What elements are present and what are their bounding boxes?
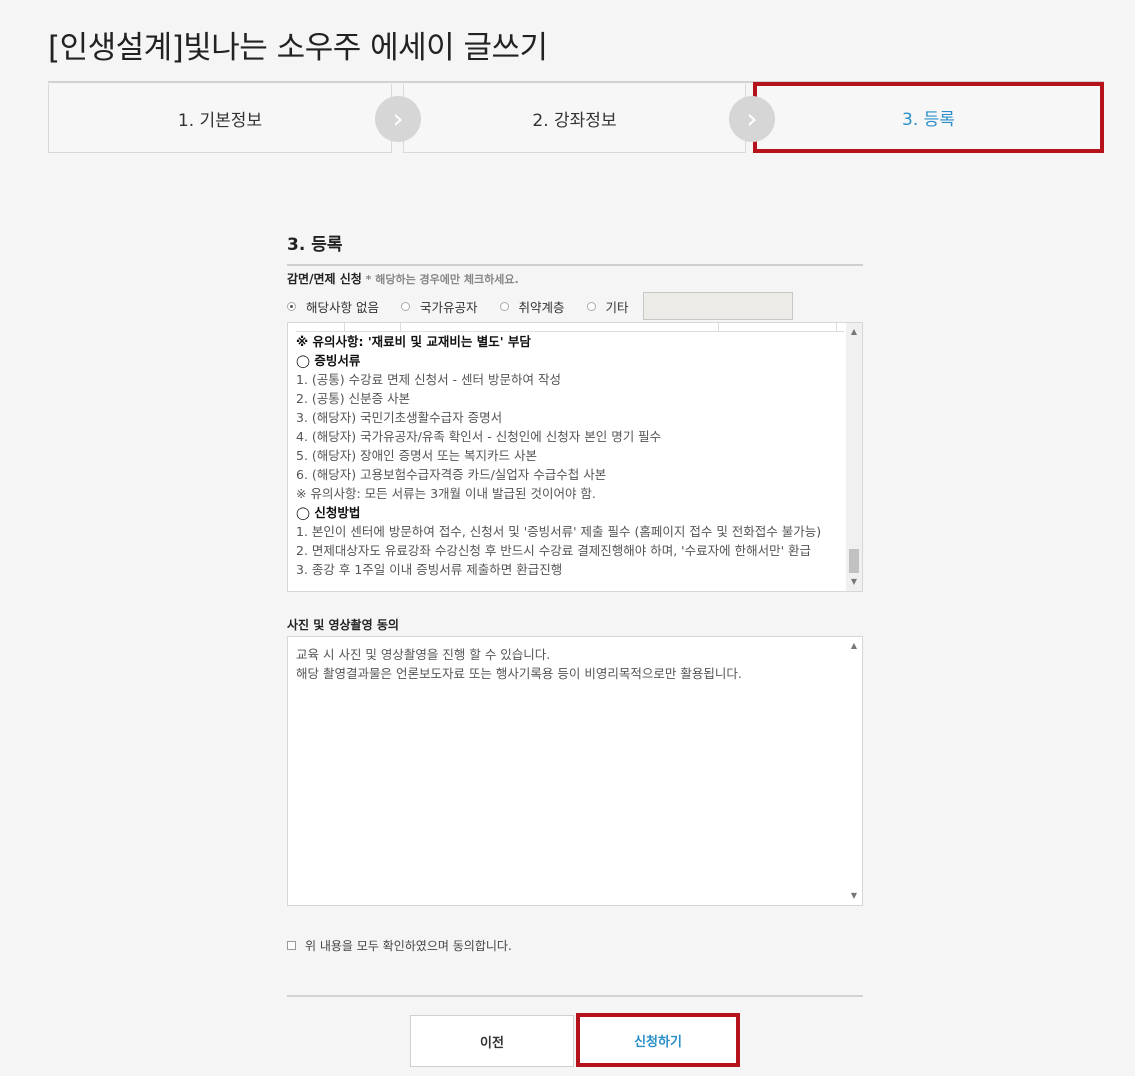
notice-line: 6. (해당자) 고용보험수급자격증 카드/실업자 수급수첩 사본 [296,467,607,482]
scroll-up-icon[interactable]: ▲ [846,639,862,653]
agree-label: 위 내용을 모두 확인하였으며 동의합니다. [305,939,512,953]
radio-button[interactable] [586,301,596,311]
radio-none[interactable]: 해당사항 없음 [287,297,379,316]
discount-notice-content: ※ 유의사항: '재료비 및 교재비는 별도' 부담 ◯ 증빙서류 1. (공통) … [296,323,844,579]
discount-label-row: 감면/면제 신청 * 해당하는 경우에만 체크하세요. [287,270,863,287]
radio-veteran[interactable]: 국가유공자 [400,297,478,316]
submit-button[interactable]: 신청하기 [576,1013,740,1067]
discount-options: 해당사항 없음 국가유공자 취약계층 기타 [287,291,863,321]
radio-vulnerable[interactable]: 취약계층 [499,297,565,316]
notice-line: ◯ 신청방법 [296,505,361,520]
chevron-right-icon: › [375,96,421,142]
radio-label: 기타 [605,299,629,315]
radio-button[interactable] [400,301,410,311]
notice-line: 3. (해당자) 국민기초생활수급자 증명서 [296,410,503,425]
notice-line: 4. (해당자) 국가유공자/유족 확인서 - 신청인에 신청자 본인 명기 필… [296,429,662,444]
radio-other[interactable]: 기타 [586,297,629,316]
agree-checkbox[interactable] [287,941,296,950]
section-heading: 3. 등록 [287,235,343,255]
scroll-up-icon[interactable]: ▲ [846,325,862,339]
notice-line: 2. 면제대상자도 유료강좌 수강신청 후 반드시 수강료 결제진행해야 하며,… [296,543,811,558]
scroll-down-icon[interactable]: ▼ [846,889,862,903]
notice-line: ※ 유의사항: 모든 서류는 3개월 이내 발급된 것이어야 함. [296,486,596,501]
step-course-info[interactable]: 2. 강좌정보 [403,84,746,153]
notice-scrollbar[interactable]: ▲ ▼ [846,323,862,591]
notice-lines: ※ 유의사항: '재료비 및 교재비는 별도' 부담 ◯ 증빙서류 1. (공통) … [296,332,844,579]
photo-consent-textarea[interactable]: 교육 시 사진 및 영상촬영을 진행 할 수 있습니다. 해당 촬영결과물은 언… [287,636,863,906]
step-indicator: 1. 기본정보 2. 강좌정보 3. 등록 › › [48,82,1104,155]
notice-line: 1. 본인이 센터에 방문하여 접수, 신청서 및 '증빙서류' 제출 필수 (… [296,524,822,539]
consent-scrollbar[interactable]: ▲ ▼ [846,637,862,905]
photo-consent-text: 교육 시 사진 및 영상촬영을 진행 할 수 있습니다. 해당 촬영결과물은 언… [296,647,742,681]
registration-form: 3. 등록 감면/면제 신청 * 해당하는 경우에만 체크하세요. 해당사항 없… [287,230,863,997]
notice-line: 3. 종강 후 1주일 이내 증빙서류 제출하면 환급진행 [296,562,563,577]
notice-line: 1. (공통) 수강료 면제 신청서 - 센터 방문하여 작성 [296,372,561,387]
discount-label: 감면/면제 신청 [287,272,362,286]
notice-line: ※ 유의사항: '재료비 및 교재비는 별도' 부담 [296,334,531,349]
chevron-right-icon: › [729,96,775,142]
prev-button[interactable]: 이전 [410,1015,574,1067]
radio-button[interactable] [287,301,296,311]
step-basic-info[interactable]: 1. 기본정보 [48,84,392,153]
other-reason-input[interactable] [642,292,793,320]
agree-row[interactable]: 위 내용을 모두 확인하였으며 동의합니다. [287,937,863,954]
photo-consent-label: 사진 및 영상촬영 동의 [287,618,399,632]
radio-button[interactable] [499,301,509,311]
radio-label: 취약계층 [518,299,565,315]
step-register-active[interactable]: 3. 등록 [753,82,1104,153]
page-title: [인생설계]빛나는 소우주 에세이 글쓰기 [48,30,548,66]
notice-line: ◯ 증빙서류 [296,353,361,368]
radio-label: 국가유공자 [419,299,478,315]
radio-label: 해당사항 없음 [306,299,379,315]
bottom-divider [287,995,863,997]
section-divider [287,264,863,266]
discount-notice-box[interactable]: ※ 유의사항: '재료비 및 교재비는 별도' 부담 ◯ 증빙서류 1. (공통) … [287,322,863,592]
scroll-thumb[interactable] [849,549,859,573]
discount-hint: * 해당하는 경우에만 체크하세요. [361,273,519,286]
scroll-down-icon[interactable]: ▼ [846,575,862,589]
notice-line: 5. (해당자) 장애인 증명서 또는 복지카드 사본 [296,448,538,463]
notice-line: 2. (공통) 신분증 사본 [296,391,411,406]
cut-off-table-row [296,323,844,332]
